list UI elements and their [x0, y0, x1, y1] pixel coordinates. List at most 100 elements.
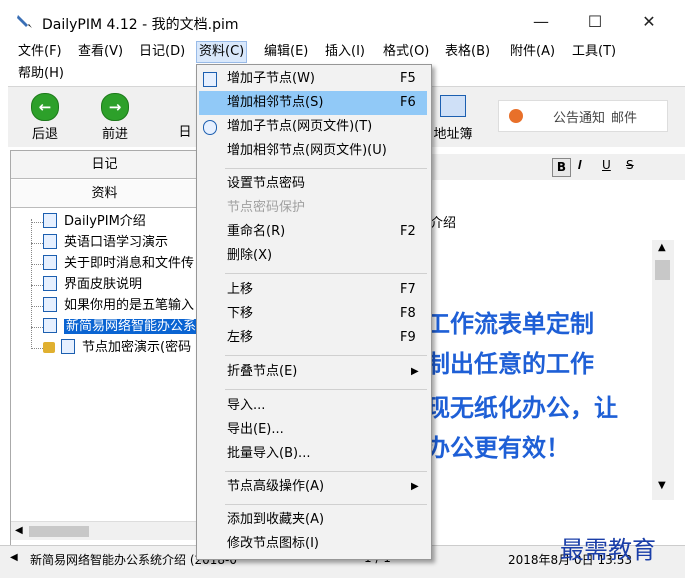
title-bar: DailyPIM 4.12 - 我的文档.pim — ☐ ✕ [0, 0, 685, 44]
content-line: 办公更有效！ [426, 434, 570, 462]
page-icon [43, 318, 57, 333]
tree-branch [31, 348, 43, 349]
strike-button[interactable]: S [626, 158, 634, 172]
menu-help[interactable]: 帮助(H) [16, 64, 66, 84]
menu-separator [225, 504, 427, 505]
italic-button[interactable]: 𝑰 [578, 158, 582, 173]
menu-label: 添加到收藏夹(A) [227, 512, 325, 527]
notice-tab[interactable]: 公告通知 邮件 [498, 100, 668, 132]
menu-table[interactable]: 表格(B) [443, 42, 492, 62]
menu-data[interactable]: 资料(C) [196, 41, 248, 63]
content-line: 制出任意的工作 [426, 350, 594, 378]
maximize-button[interactable]: ☐ [580, 10, 610, 34]
tree-item-label: 新简易网络智能办公系 [64, 319, 199, 334]
scroll-up-icon[interactable]: ▲ [658, 242, 666, 253]
page-icon [43, 297, 57, 312]
underline-button[interactable]: U [602, 158, 611, 172]
menu-label: 设置节点密码 [227, 176, 306, 191]
editor-header: 介绍 [430, 216, 457, 231]
menu-format[interactable]: 格式(O) [381, 42, 431, 62]
tree-item-label: 英语口语学习演示 [64, 235, 169, 250]
format-toolbar: B 𝑰 U S [430, 154, 685, 180]
left-pane: 日记 资料 DailyPIM介绍 英语口语学习演示 关于即时消息和文件传 界面皮… [10, 150, 199, 547]
scroll-down-icon[interactable]: ▼ [658, 480, 666, 491]
menu-label: 上移 [227, 282, 254, 297]
menu-shortcut: F8 [400, 306, 416, 321]
editor-vscrollbar[interactable]: ▲ ▼ [652, 240, 674, 500]
tree-item[interactable]: 界面皮肤说明 [43, 275, 142, 295]
menu-add-favorite[interactable]: 添加到收藏夹(A) [197, 508, 431, 532]
back-button[interactable]: ← 后退 [20, 93, 70, 142]
menu-edit[interactable]: 编辑(E) [262, 42, 310, 62]
tree-item[interactable]: 英语口语学习演示 [43, 233, 168, 253]
menu-file[interactable]: 文件(F) [16, 42, 64, 62]
status-left-arrow-icon[interactable]: ◀ [10, 552, 18, 563]
scroll-thumb[interactable] [29, 526, 89, 537]
menu-label: 增加相邻节点(S) [227, 95, 324, 110]
left-hscrollbar[interactable]: ◀ [11, 521, 198, 540]
tree-item-selected[interactable]: 新简易网络智能办公系 [43, 317, 199, 337]
menu-export[interactable]: 导出(E)... [197, 418, 431, 442]
addressbook-icon [440, 95, 466, 117]
web-page-icon [203, 120, 217, 135]
menu-advanced-ops[interactable]: 节点高级操作(A) ▶ [197, 475, 431, 499]
watermark: 最需教育 [560, 536, 656, 564]
tree-item-label: 如果你用的是五笔输入 [64, 298, 195, 313]
menu-password-protect: 节点密码保护 [197, 196, 431, 220]
menu-add-child-node[interactable]: 增加子节点(W) F5 [197, 67, 431, 91]
menu-tools[interactable]: 工具(T) [570, 42, 618, 62]
page-icon [43, 255, 57, 270]
menu-label: 增加子节点(网页文件)(T) [227, 119, 373, 134]
menu-attachment[interactable]: 附件(A) [508, 42, 557, 62]
tree-item[interactable]: 节点加密演示(密码 [43, 338, 191, 358]
menu-label: 节点高级操作(A) [227, 479, 325, 494]
menu-insert[interactable]: 插入(I) [323, 42, 367, 62]
addressbook-button[interactable]: 地址簿 [428, 93, 478, 142]
tab-diary[interactable]: 日记 [11, 151, 198, 179]
menu-move-left[interactable]: 左移 F9 [197, 326, 431, 350]
scroll-left-icon[interactable]: ◀ [15, 525, 23, 536]
menu-shortcut: F5 [400, 71, 416, 86]
menu-change-icon[interactable]: 修改节点图标(I) [197, 532, 431, 556]
menu-label: 删除(X) [227, 248, 273, 263]
menu-label: 左移 [227, 330, 254, 345]
forward-label: 前进 [101, 127, 128, 142]
content-line: 现无纸化办公，让 [426, 394, 618, 422]
page-icon [43, 234, 57, 249]
close-button[interactable]: ✕ [634, 10, 664, 34]
menu-import[interactable]: 导入... [197, 394, 431, 418]
menu-add-sibling-node[interactable]: 增加相邻节点(S) F6 [199, 91, 427, 115]
menu-collapse-node[interactable]: 折叠节点(E) ▶ [197, 360, 431, 384]
menu-shortcut: F9 [400, 330, 416, 345]
menu-batch-import[interactable]: 批量导入(B)... [197, 442, 431, 466]
notice-label: 公告通知 [553, 111, 606, 126]
tab-data[interactable]: 资料 [11, 180, 198, 208]
minimize-button[interactable]: — [526, 10, 556, 34]
tree-branch [31, 243, 43, 244]
tree-item[interactable]: 关于即时消息和文件传 [43, 254, 194, 274]
menu-delete[interactable]: 删除(X) [197, 244, 431, 268]
menu-view[interactable]: 查看(V) [76, 42, 125, 62]
bold-button[interactable]: B [552, 158, 571, 177]
lock-icon [43, 342, 55, 353]
tree-item[interactable]: DailyPIM介绍 [43, 212, 146, 232]
tree-item-label: 界面皮肤说明 [64, 277, 143, 292]
menu-diary[interactable]: 日记(D) [137, 42, 187, 62]
scroll-thumb[interactable] [655, 260, 670, 280]
menu-move-down[interactable]: 下移 F8 [197, 302, 431, 326]
menu-rename[interactable]: 重命名(R) F2 [197, 220, 431, 244]
forward-button[interactable]: → 前进 [90, 93, 140, 142]
tree-branch [31, 327, 43, 328]
tree-item[interactable]: 如果你用的是五笔输入 [43, 296, 194, 316]
forward-arrow-icon: → [101, 93, 129, 121]
menu-add-sibling-web[interactable]: 增加相邻节点(网页文件)(U) [197, 139, 431, 163]
menu-set-password[interactable]: 设置节点密码 [197, 172, 431, 196]
menu-label: 折叠节点(E) [227, 364, 298, 379]
page-icon [61, 339, 75, 354]
menu-separator [225, 273, 427, 274]
menu-move-up[interactable]: 上移 F7 [197, 278, 431, 302]
menu-label: 节点密码保护 [227, 200, 306, 215]
menu-add-child-web[interactable]: 增加子节点(网页文件)(T) [197, 115, 431, 139]
tree-item-label: 关于即时消息和文件传 [64, 256, 195, 271]
menu-label: 下移 [227, 306, 254, 321]
